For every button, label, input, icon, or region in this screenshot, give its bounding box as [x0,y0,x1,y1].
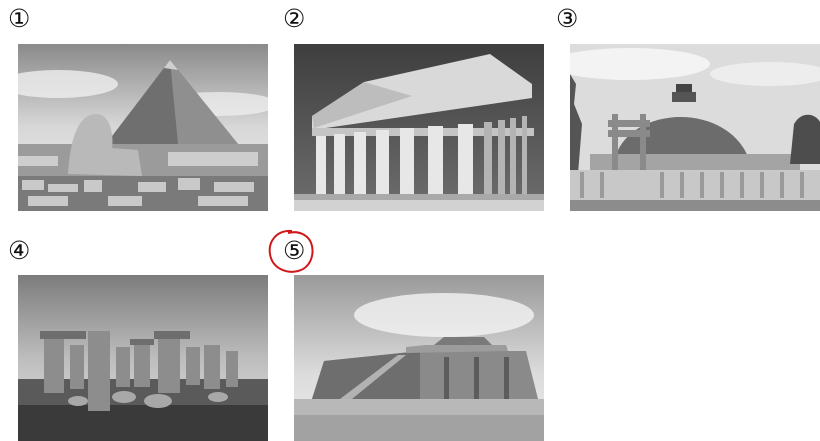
red-circle-mark [268,229,314,273]
stupa-photo [570,44,820,211]
parthenon-photo [294,44,544,211]
stonehenge-photo [18,275,268,441]
ziggurat-photo [294,275,544,441]
label-2: ② [283,4,306,33]
label-4: ④ [8,236,31,265]
label-1: ① [8,4,31,33]
pyramid-sphinx-photo [18,44,268,211]
label-3: ③ [556,4,579,33]
